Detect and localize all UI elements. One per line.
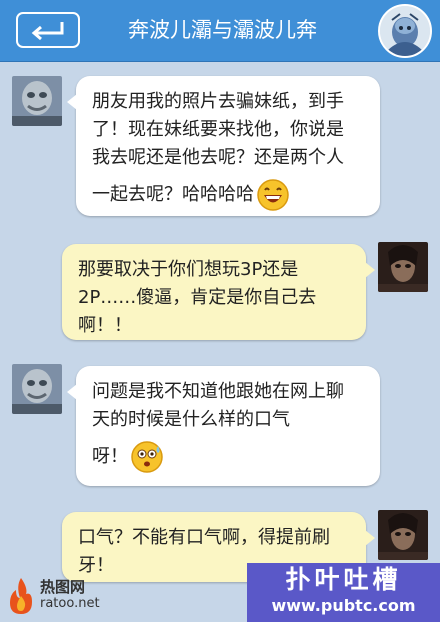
ratoo-watermark: 热图网 ratoo.net	[6, 574, 126, 618]
dark-figure-avatar[interactable]	[378, 242, 428, 292]
message-text: 天的时候是什么样的口气	[92, 409, 290, 430]
message-bubble: 问题是我不知道他跟她在网上聊 天的时候是什么样的口气 呀！	[67, 366, 380, 486]
message-text: 啊！！	[78, 315, 132, 336]
sweating-emoji-icon	[131, 441, 163, 473]
contact-avatar[interactable]	[378, 4, 432, 58]
message-text: 呀！	[92, 446, 128, 467]
watermark-url: www.pubtc.com	[271, 596, 416, 615]
message-text: 那要取决于你们想玩3P还是	[78, 259, 299, 280]
pubtc-watermark: 扑叶吐槽 www.pubtc.com	[247, 563, 440, 622]
grinning-emoji-icon	[257, 179, 289, 211]
message-text: 朋友用我的照片去骗妹纸，到手	[92, 91, 344, 112]
fish-demon-avatar[interactable]	[12, 76, 62, 126]
fish-demon-avatar[interactable]	[12, 364, 62, 414]
flame-icon	[10, 578, 32, 614]
title-bar: 奔波儿灞与灞波儿奔	[0, 0, 440, 62]
watermark-name: 扑叶吐槽	[285, 565, 402, 594]
message-text: 2P……傻逼，肯定是你自己去	[78, 287, 317, 308]
message-text: 口气？不能有口气啊，得提前刷	[78, 527, 330, 548]
message-bubble: 朋友用我的照片去骗妹纸，到手 了！现在妹纸要来找他，你说是 我去呢还是他去呢？还…	[67, 76, 380, 216]
watermark-name: 热图网	[40, 578, 86, 596]
message-text: 我去呢还是他去呢？还是两个人	[92, 147, 344, 168]
back-button[interactable]	[16, 12, 80, 48]
message-text: 了！现在妹纸要来找他，你说是	[92, 119, 344, 140]
message-text: 一起去呢？哈哈哈哈	[92, 184, 254, 205]
dark-figure-avatar[interactable]	[378, 510, 428, 560]
back-arrow-icon	[31, 22, 64, 41]
watermark-url: ratoo.net	[40, 596, 100, 611]
message-text: 问题是我不知道他跟她在网上聊	[92, 381, 344, 402]
message-bubble: 那要取决于你们想玩3P还是 2P……傻逼，肯定是你自己去 啊！！	[62, 244, 375, 340]
chat-title: 奔波儿灞与灞波儿奔	[128, 18, 317, 42]
